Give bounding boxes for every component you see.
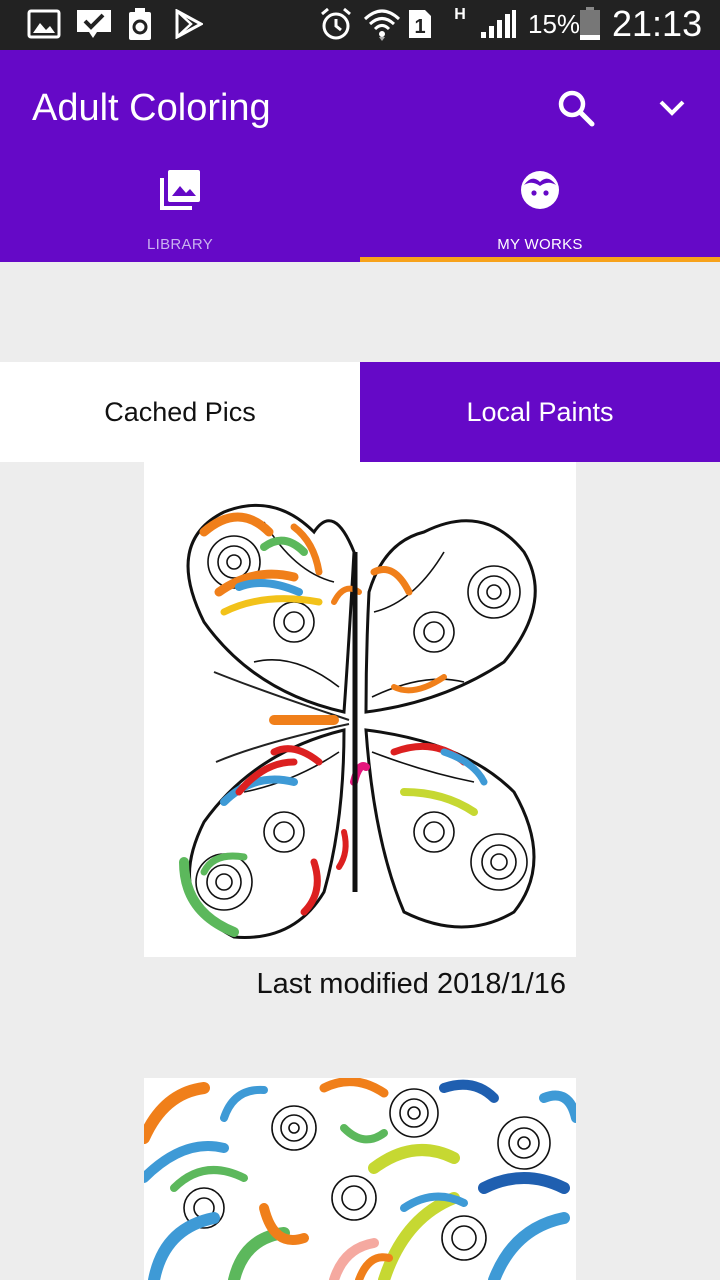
status-bar: 1 H 15% 21:13	[0, 0, 720, 50]
chevron-down-icon	[659, 100, 685, 116]
gallery-icon	[26, 8, 62, 40]
tab-my-works-label: MY WORKS	[497, 236, 583, 253]
tab-library[interactable]: LIBRARY	[0, 162, 360, 262]
local-paints-button[interactable]: Local Paints	[360, 362, 720, 462]
work-caption: Last modified 2018/1/16	[256, 968, 566, 1000]
wifi-icon	[362, 8, 402, 41]
signal-icon	[478, 8, 518, 40]
play-store-icon	[172, 8, 204, 40]
voicemail-check-icon	[74, 8, 114, 40]
cached-pics-button[interactable]: Cached Pics	[0, 362, 360, 462]
battery-icon	[578, 7, 602, 40]
recycle-icon	[126, 8, 154, 40]
work-thumbnail-butterfly[interactable]	[144, 462, 576, 957]
butterfly-artwork	[179, 503, 537, 939]
battery-percent: 15%	[528, 9, 581, 39]
tab-indicator	[360, 257, 720, 262]
face-icon	[521, 171, 559, 209]
status-time: 21:13	[612, 3, 703, 44]
alarm-icon	[318, 7, 354, 40]
sim-icon: 1	[406, 8, 434, 40]
local-paints-label: Local Paints	[466, 396, 614, 427]
cached-pics-label: Cached Pics	[104, 396, 256, 427]
waves-artwork	[144, 1078, 576, 1280]
sim-number: 1	[414, 16, 425, 38]
app-title: Adult Coloring	[32, 87, 271, 129]
app-bar: Adult Coloring LIBRARY MY WORKS	[0, 50, 720, 262]
search-icon	[558, 90, 595, 127]
tab-my-works[interactable]: MY WORKS	[360, 162, 720, 262]
dropdown-button[interactable]	[640, 76, 704, 140]
network-type: H	[454, 6, 466, 23]
work-thumbnail-waves[interactable]	[144, 1078, 576, 1280]
library-icon	[160, 170, 200, 210]
tab-library-label: LIBRARY	[146, 236, 214, 253]
search-button[interactable]	[544, 76, 608, 140]
